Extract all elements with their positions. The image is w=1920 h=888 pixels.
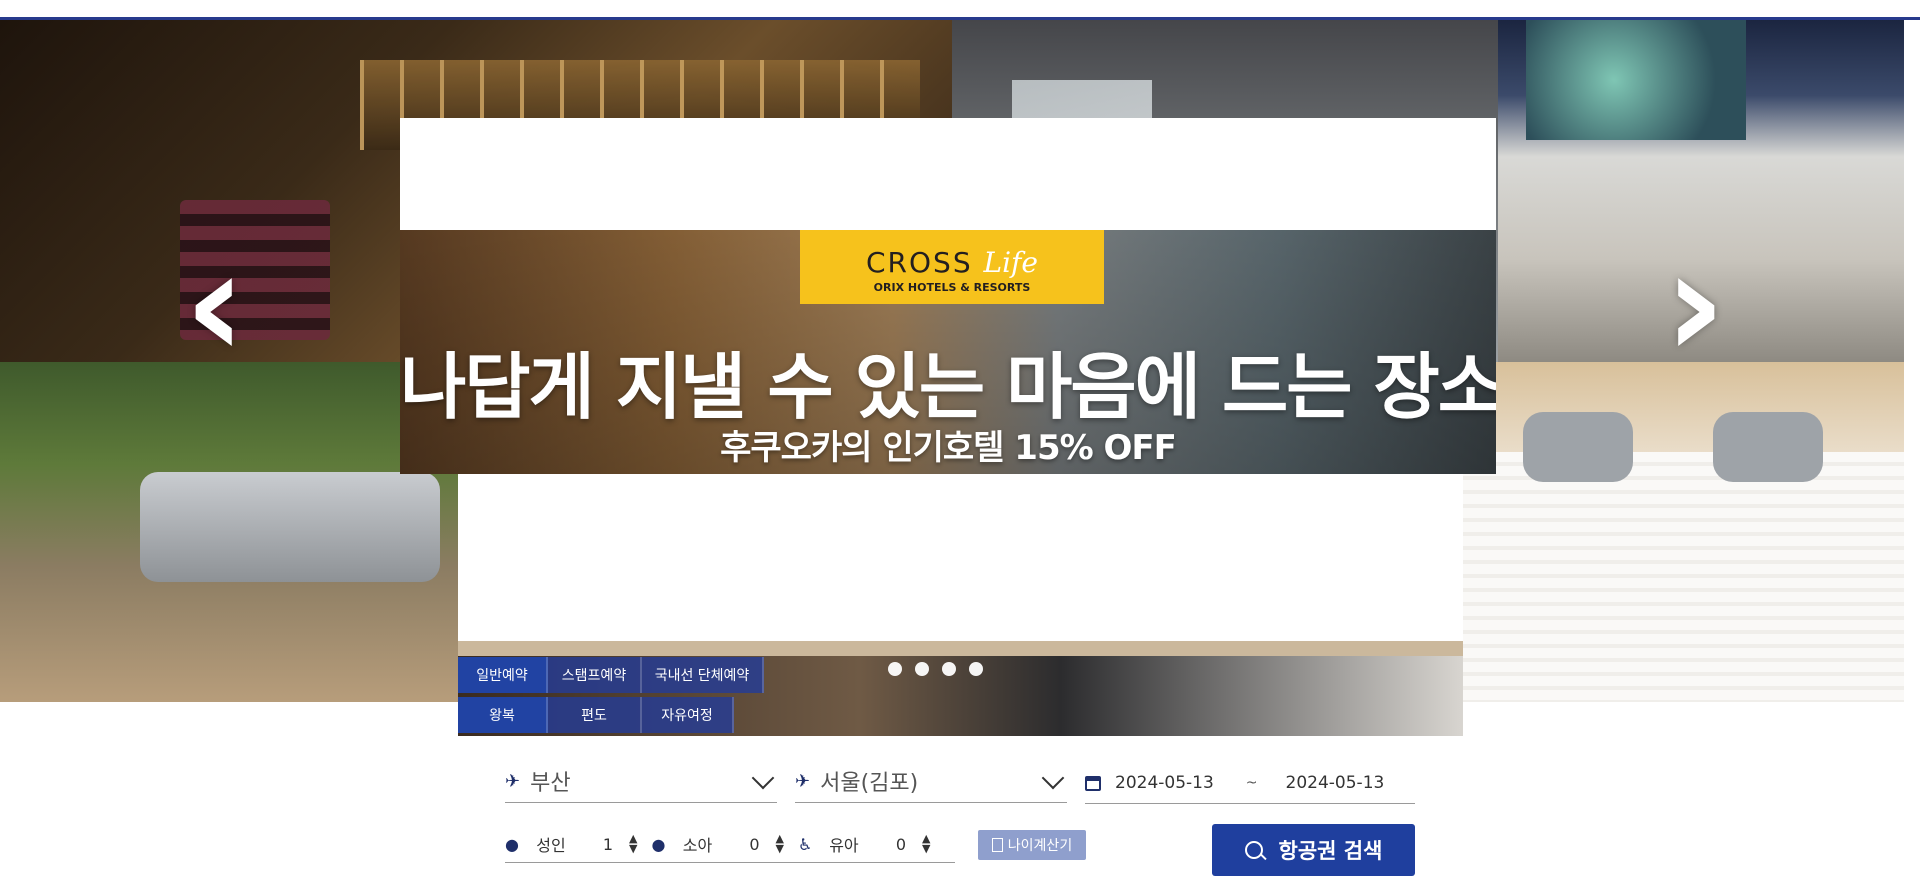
tab-general-booking[interactable]: 일반예약 [458, 657, 548, 693]
adult-count[interactable]: 1 [593, 835, 623, 854]
stroller-icon: ♿ [797, 834, 813, 854]
landing-icon: ✈ [795, 770, 811, 792]
tab-one-way[interactable]: 편도 [548, 697, 642, 733]
tab-multi-city[interactable]: 자유여정 [642, 697, 734, 733]
banner-headline: 나답게 지낼 수 있는 마음에 드는 장소 [400, 345, 1496, 429]
carousel-next-arrow-icon[interactable]: › [1640, 230, 1750, 380]
bedroom-photo [1463, 362, 1904, 702]
date-range-field[interactable]: 2024-05-13 ~ 2024-05-13 [1085, 763, 1415, 804]
chevron-down-icon [751, 766, 775, 790]
tab-group-booking[interactable]: 국내선 단체예약 [642, 657, 764, 693]
passenger-selector: ● 성인 1 ▲ ▼ ● 소아 0 ▲ ▼ ♿ 유아 0 ▲ ▼ [505, 826, 955, 863]
adult-stepper[interactable]: ▲ ▼ [629, 833, 637, 854]
crosslife-logo: CROSS Life ORIX HOTELS & RESORTS [800, 230, 1104, 304]
carousel-dot[interactable] [888, 662, 902, 676]
banner-subline: 후쿠오카의 인기호텔 15% OFF [720, 428, 1177, 468]
carousel-dot[interactable] [942, 662, 956, 676]
terrace-photo [0, 362, 458, 702]
person-icon: ● [505, 834, 519, 854]
arrival-select[interactable]: ✈ 서울(김포) [795, 760, 1067, 803]
child-count[interactable]: 0 [739, 835, 769, 854]
infant-count[interactable]: 0 [886, 835, 916, 854]
chevron-down-icon [1041, 766, 1065, 790]
banner-top-blank [400, 118, 1496, 230]
calculator-icon [991, 838, 1003, 852]
takeoff-icon: ✈ [505, 770, 521, 792]
trip-type-tabs: 왕복 편도 자유여정 [458, 697, 734, 733]
calendar-icon [1085, 775, 1101, 791]
age-calculator-button[interactable]: 나이계산기 [978, 830, 1086, 860]
carousel-dots [888, 662, 983, 676]
banner-bottom-blank [458, 474, 1463, 641]
carousel-dot[interactable] [969, 662, 983, 676]
date-from: 2024-05-13 [1115, 773, 1214, 793]
tab-stamp-booking[interactable]: 스탬프예약 [548, 657, 642, 693]
flight-search-button[interactable]: 항공권 검색 [1212, 824, 1415, 876]
booking-type-tabs: 일반예약 스탬프예약 국내선 단체예약 [458, 657, 764, 693]
carousel-prev-arrow-icon[interactable]: ‹ [160, 230, 270, 380]
tab-round-trip[interactable]: 왕복 [458, 697, 548, 733]
date-to: 2024-05-13 [1285, 773, 1385, 793]
carousel-dot[interactable] [915, 662, 929, 676]
promo-banner[interactable]: CROSS Life ORIX HOTELS & RESORTS 나답게 지낼 … [400, 230, 1496, 474]
child-stepper[interactable]: ▲ ▼ [775, 833, 783, 854]
top-border [0, 0, 1920, 20]
search-icon [1244, 841, 1263, 859]
infant-stepper[interactable]: ▲ ▼ [922, 833, 930, 854]
departure-select[interactable]: ✈ 부산 [505, 760, 777, 803]
person-icon: ● [651, 834, 666, 854]
